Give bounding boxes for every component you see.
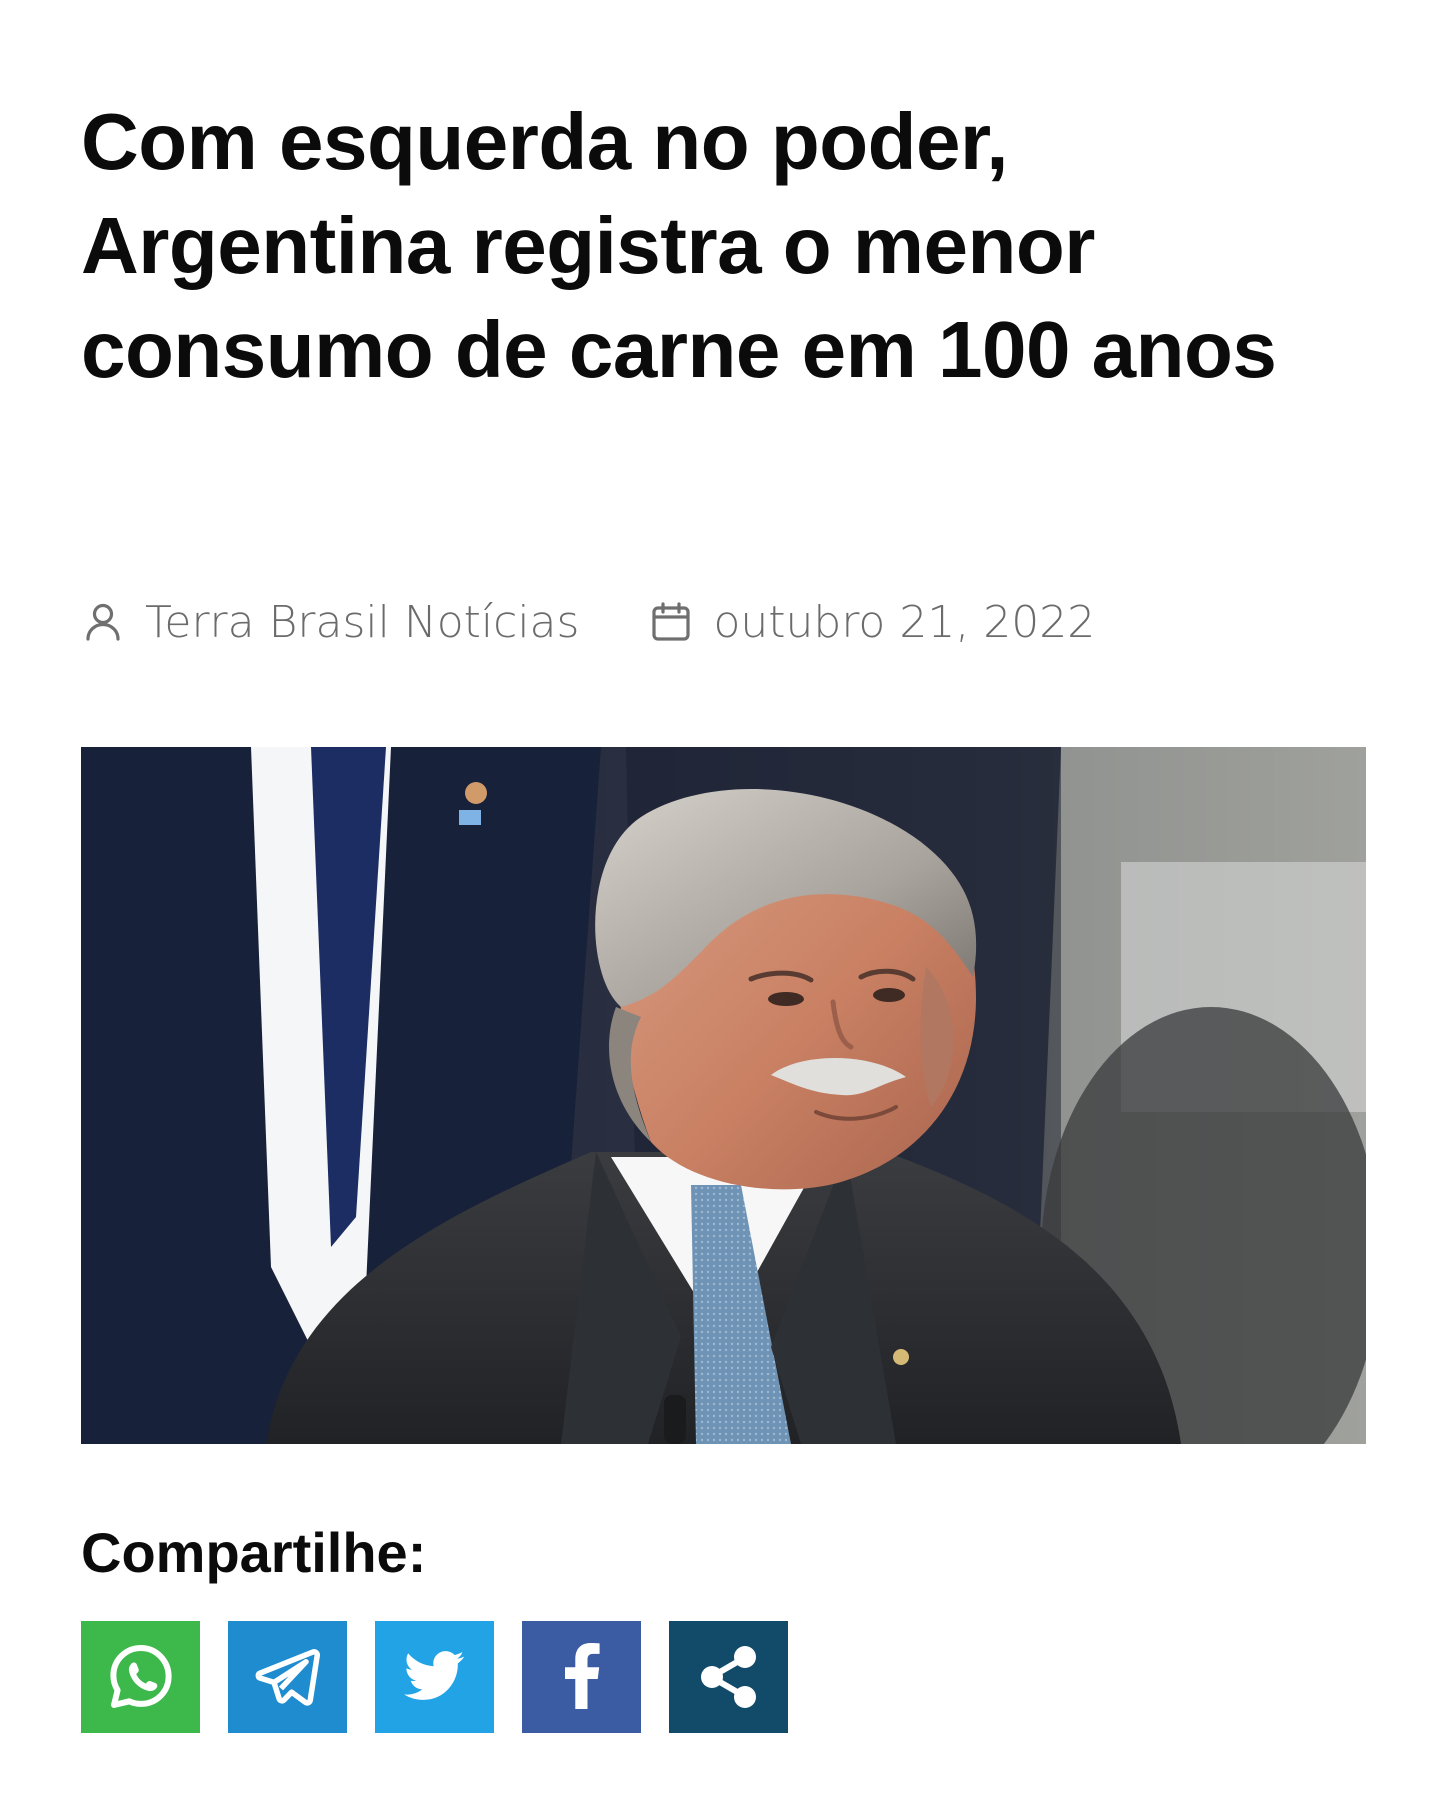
whatsapp-icon bbox=[104, 1640, 178, 1714]
facebook-icon bbox=[552, 1637, 612, 1717]
article-headline: Com esquerda no poder, Argentina registr… bbox=[81, 97, 1277, 394]
telegram-share-button[interactable] bbox=[228, 1621, 347, 1733]
portrait-image bbox=[81, 747, 1366, 1444]
share-heading: Compartilhe: bbox=[81, 1521, 427, 1584]
user-icon bbox=[81, 600, 125, 644]
article-meta: Terra Brasil Notícias outubro 21, 2022 bbox=[81, 592, 1095, 652]
date-meta: outubro 21, 2022 bbox=[649, 597, 1095, 648]
article: Com esquerda no poder, Argentina registr… bbox=[81, 90, 1371, 1733]
article-photo bbox=[81, 747, 1366, 1444]
author-name: Terra Brasil Notícias bbox=[145, 596, 580, 648]
calendar-icon bbox=[649, 600, 693, 644]
whatsapp-share-button[interactable] bbox=[81, 1621, 200, 1733]
twitter-icon bbox=[397, 1639, 473, 1715]
twitter-share-button[interactable] bbox=[375, 1621, 494, 1733]
publish-date: outubro 21, 2022 bbox=[713, 596, 1096, 648]
author-meta[interactable]: Terra Brasil Notícias bbox=[81, 597, 579, 648]
share-buttons bbox=[81, 1621, 816, 1733]
more-share-button[interactable] bbox=[669, 1621, 788, 1733]
facebook-share-button[interactable] bbox=[522, 1621, 641, 1733]
share-icon bbox=[692, 1640, 766, 1714]
telegram-icon bbox=[251, 1640, 325, 1714]
